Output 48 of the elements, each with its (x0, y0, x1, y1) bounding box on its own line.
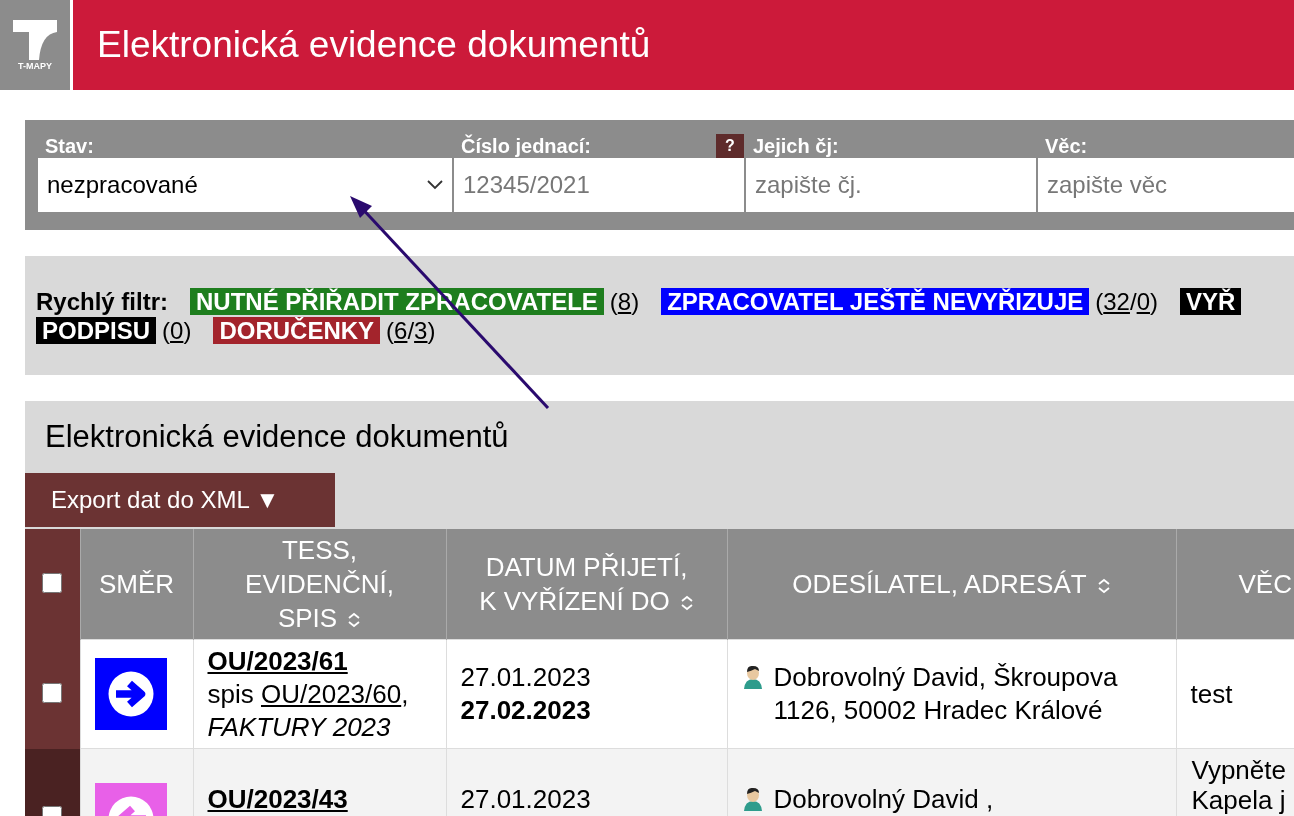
field-label: Jejich čj: (753, 134, 839, 158)
quick-filter-label: Rychlý filtr: (36, 288, 169, 315)
folder-name: FAKTURY 2023 (207, 710, 392, 744)
file-reference: spis OU/2023/60, (207, 677, 410, 711)
logo-icon (13, 19, 57, 60)
file-link[interactable]: OU/2023/60 (261, 678, 402, 709)
person-icon (741, 665, 764, 689)
received-date: 27.01.2023 (460, 783, 592, 816)
field-label: Věc: (1045, 134, 1088, 158)
count-link[interactable]: 32 (1103, 288, 1130, 315)
count-link[interactable]: 6 (394, 317, 408, 344)
filter-tag[interactable]: DORUČENKY (213, 317, 381, 344)
sender-text: Dobrovolný David , (773, 783, 994, 816)
subject-text: Vypněte (1191, 755, 1287, 785)
filter-count: (32/0) (1095, 288, 1158, 315)
export-button[interactable]: Export dat do XML ▼ (25, 473, 335, 527)
select-all-checkbox[interactable] (42, 572, 63, 593)
sort-icon[interactable] (1096, 578, 1111, 595)
sender-text: Dobrovolný David, Škroupova 1126, 50002 Hradec Králové (773, 661, 1119, 727)
due-date: 27.02.2023 (460, 694, 592, 727)
help-button[interactable]: ? (716, 134, 744, 158)
filter-count: (0) (162, 317, 192, 344)
subject-text: test (1190, 679, 1234, 709)
app-title: Elektronická evidence dokumentů (96, 23, 651, 67)
section-title: Elektronická evidence dokumentů (44, 418, 510, 456)
field-label: Stav: (45, 134, 94, 158)
input-field[interactable]: zapište čj. (746, 158, 1036, 212)
status-select[interactable]: nezpracované (38, 158, 452, 212)
input-field[interactable]: 12345/2021 (454, 158, 744, 212)
sort-icon[interactable] (347, 612, 362, 629)
filter-tag[interactable]: ZPRACOVATEL JEŠTĚ NEVYŘIZUJE (661, 288, 1090, 315)
sort-icon[interactable] (679, 595, 694, 612)
subject-text: Kapela j (1191, 785, 1287, 815)
document-number-link[interactable]: OU/2023/61 (207, 644, 432, 678)
field-label: Číslo jednací: (461, 134, 592, 158)
received-date: 27.01.2023 (460, 661, 592, 694)
row-checkbox[interactable] (42, 682, 63, 703)
filter-count: (6/3) (386, 317, 436, 344)
filter-count: (8) (609, 288, 640, 315)
chevron-down-icon (427, 180, 443, 190)
filter-tag[interactable]: VYŘ (1180, 288, 1242, 315)
logo-caption: T-MAPY (18, 60, 52, 71)
filter-tag[interactable]: NUTNÉ PŘIŘADIT ZPRACOVATELE (190, 288, 604, 315)
count-link[interactable]: 0 (1136, 288, 1150, 315)
input-field[interactable]: zapište věc (1038, 158, 1294, 212)
filter-tag[interactable]: PODPISU (36, 317, 157, 344)
person-icon (741, 787, 764, 811)
count-link[interactable]: 8 (617, 288, 632, 315)
